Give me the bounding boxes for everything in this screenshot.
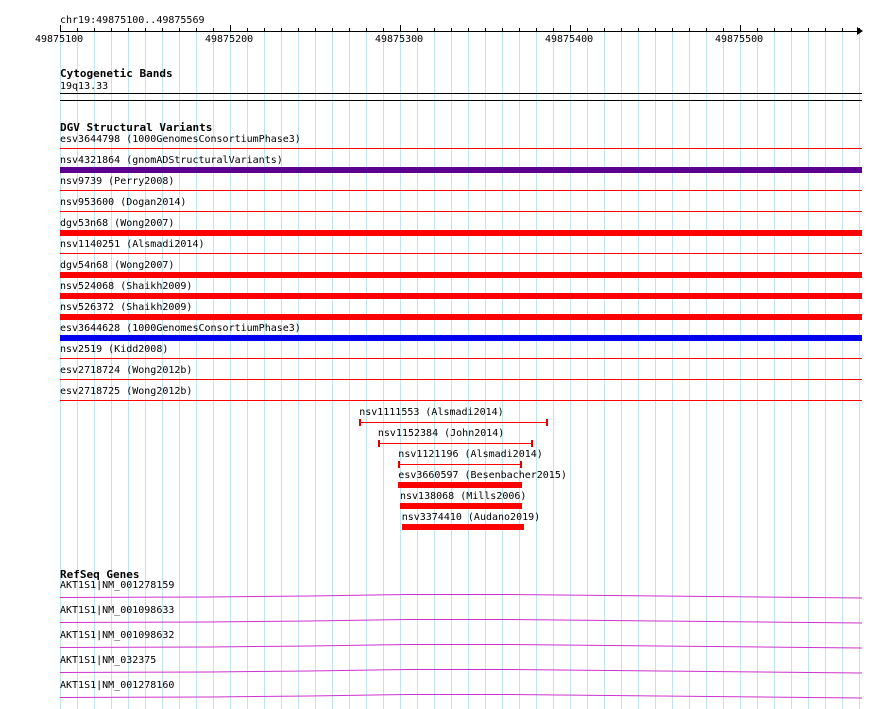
refseq-gene-line[interactable]	[59, 594, 863, 599]
refseq-gene-line[interactable]	[59, 644, 863, 649]
refseq-gene-lines	[59, 594, 863, 699]
refseq-gene-line[interactable]	[59, 619, 863, 624]
refseq-gene-line[interactable]	[59, 669, 863, 674]
genome-browser-view: chr19:49875100..49875569 49875100 4987520…	[0, 0, 890, 709]
refseq-gene-line[interactable]	[59, 694, 863, 699]
